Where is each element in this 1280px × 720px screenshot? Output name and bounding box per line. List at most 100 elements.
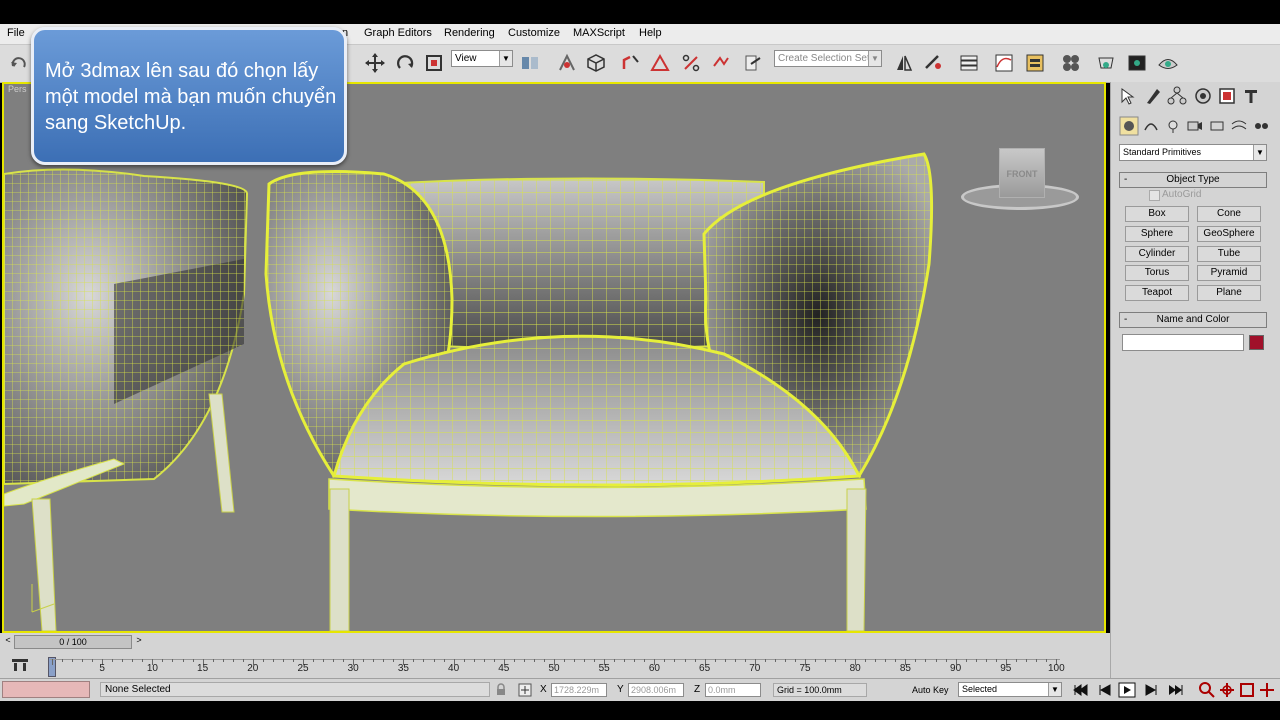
align-icon[interactable] (922, 52, 944, 74)
object-color-swatch[interactable] (1249, 335, 1264, 350)
autogrid-checkbox[interactable] (1149, 190, 1160, 201)
chevron-down-icon: ▼ (868, 51, 881, 66)
menu-graph-editors[interactable]: Graph Editors (364, 27, 432, 39)
systems-icon[interactable] (1251, 116, 1271, 136)
viewcube-face-front[interactable]: FRONT (999, 148, 1045, 198)
grid-size-display: Grid = 100.0mm (773, 683, 867, 697)
menu-file[interactable]: File (7, 27, 25, 39)
track-tick (624, 659, 626, 662)
primitive-category-select[interactable]: Standard Primitives ▼ (1119, 144, 1267, 161)
name-color-rollout-header[interactable]: - Name and Color (1119, 312, 1267, 328)
track-bar[interactable]: 5 10 15 20 25 30 35 40 45 50 55 60 65 70 75 80 85 90 95 100 (0, 653, 1110, 678)
snaps-toggle-icon[interactable] (620, 52, 642, 74)
plane-button[interactable]: Plane (1197, 285, 1261, 301)
geometry-icon[interactable] (1119, 116, 1139, 136)
selection-lock-icon[interactable] (494, 683, 508, 697)
previous-frame-icon[interactable] (1096, 682, 1114, 698)
zoom-icon[interactable] (1198, 681, 1216, 699)
angle-snap-icon[interactable] (649, 52, 671, 74)
next-frame-icon[interactable] (1142, 682, 1160, 698)
spinner-snap-icon[interactable] (710, 52, 732, 74)
time-prev-arrow[interactable]: < (2, 635, 14, 649)
rotate-icon[interactable] (394, 52, 416, 74)
cameras-icon[interactable] (1185, 116, 1205, 136)
geosphere-button[interactable]: GeoSphere (1197, 226, 1261, 242)
track-tick-label: 50 (548, 663, 560, 674)
menu-rendering[interactable]: Rendering (444, 27, 495, 39)
shapes-icon[interactable] (1141, 116, 1161, 136)
box-button[interactable]: Box (1125, 206, 1189, 222)
teapot-button[interactable]: Teapot (1125, 285, 1189, 301)
rendered-frame-window-icon[interactable] (1126, 52, 1148, 74)
track-tick (433, 659, 435, 662)
edit-named-selection-icon[interactable] (742, 52, 764, 74)
sphere-button[interactable]: Sphere (1125, 226, 1189, 242)
track-tick (744, 659, 746, 662)
y-coord-field[interactable]: 2908.006m (628, 683, 684, 697)
menu-help[interactable]: Help (639, 27, 662, 39)
scale-icon[interactable] (423, 52, 445, 74)
zoom-extents-icon[interactable] (1238, 681, 1256, 699)
hierarchy-tab-icon[interactable] (1167, 86, 1187, 106)
mirror-icon[interactable] (893, 52, 915, 74)
named-selection-set-input[interactable]: Create Selection Set ▼ (774, 50, 882, 67)
second-chair-model[interactable] (4, 168, 248, 631)
render-production-icon[interactable] (1157, 52, 1179, 74)
time-next-arrow[interactable]: > (133, 635, 145, 649)
play-icon[interactable] (1118, 682, 1136, 698)
name-color-title: Name and Color (1156, 314, 1230, 325)
schematic-view-icon[interactable] (1024, 52, 1046, 74)
material-editor-icon[interactable] (1060, 52, 1082, 74)
track-tick (724, 659, 726, 662)
track-tick-label: 55 (598, 663, 610, 674)
tube-button[interactable]: Tube (1197, 246, 1261, 262)
menu-customize[interactable]: Customize (508, 27, 560, 39)
cone-button[interactable]: Cone (1197, 206, 1261, 222)
pivot-center-icon[interactable] (519, 52, 541, 74)
percent-snap-icon[interactable] (680, 52, 702, 74)
track-tick (343, 659, 345, 662)
track-tick (282, 659, 284, 662)
torus-button[interactable]: Torus (1125, 265, 1189, 281)
auto-key-button[interactable]: Auto Key (912, 685, 949, 695)
key-mode-select[interactable]: Selected ▼ (958, 682, 1062, 697)
lights-icon[interactable] (1163, 116, 1183, 136)
curve-editor-icon[interactable] (993, 52, 1015, 74)
viewport-label[interactable]: Pers (8, 84, 27, 94)
pyramid-button[interactable]: Pyramid (1197, 265, 1261, 281)
modify-tab-icon[interactable] (1143, 86, 1163, 106)
helpers-icon[interactable] (1207, 116, 1227, 136)
go-to-start-icon[interactable] (1072, 682, 1090, 698)
display-tab-icon[interactable] (1217, 86, 1237, 106)
maxscript-listener[interactable] (2, 681, 90, 698)
track-tick (363, 659, 365, 662)
x-coord-field[interactable]: 1728.229m (551, 683, 607, 697)
move-icon[interactable] (364, 52, 386, 74)
track-tick (714, 659, 716, 662)
cursor-arrow-icon[interactable] (1117, 86, 1137, 106)
zoom-all-icon[interactable] (1218, 681, 1236, 699)
time-slider-thumb[interactable]: 0 / 100 (14, 635, 132, 649)
reference-coord-combo[interactable]: View ▼ (451, 50, 513, 67)
track-tick (182, 659, 184, 662)
keyboard-shortcut-icon[interactable] (585, 52, 607, 74)
layer-manager-icon[interactable] (958, 52, 980, 74)
go-to-end-icon[interactable] (1166, 682, 1184, 698)
track-tick (564, 659, 566, 662)
object-name-input[interactable] (1122, 334, 1244, 351)
cylinder-button[interactable]: Cylinder (1125, 246, 1189, 262)
motion-tab-icon[interactable] (1193, 86, 1213, 106)
absolute-mode-icon[interactable] (518, 683, 532, 697)
menu-maxscript[interactable]: MAXScript (573, 27, 625, 39)
undo-icon[interactable] (8, 52, 30, 74)
viewcube[interactable]: FRONT (961, 144, 1081, 214)
utilities-tab-icon[interactable] (1241, 86, 1261, 106)
pan-icon[interactable] (1258, 681, 1276, 699)
armchair-model[interactable] (264, 152, 934, 631)
select-manipulate-icon[interactable] (556, 52, 578, 74)
render-setup-icon[interactable] (1095, 52, 1117, 74)
track-tick-label: 30 (347, 663, 359, 674)
space-warps-icon[interactable] (1229, 116, 1249, 136)
object-type-rollout-header[interactable]: - Object Type (1119, 172, 1267, 188)
z-coord-field[interactable]: 0.0mm (705, 683, 761, 697)
